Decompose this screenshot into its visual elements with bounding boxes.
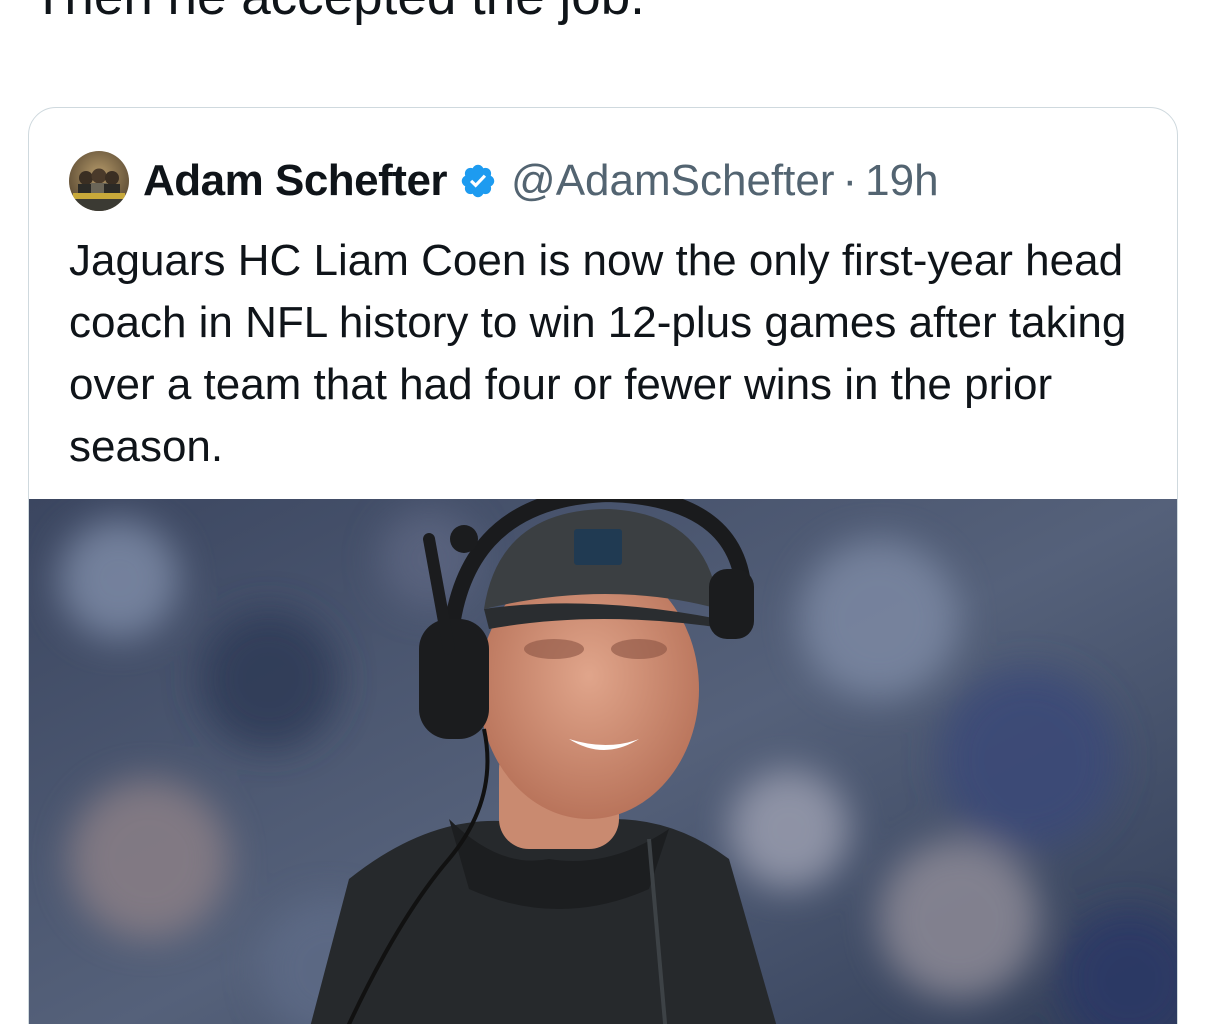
author-avatar[interactable] bbox=[69, 151, 129, 211]
quoted-post-header: Adam Schefter @AdamSchefter · 19h bbox=[69, 150, 939, 212]
quoted-post-text: Jaguars HC Liam Coen is now the only fir… bbox=[69, 236, 1127, 471]
post-view: Then he accepted the job. bbox=[0, 0, 1206, 1024]
post-text: Then he accepted the job. bbox=[32, 0, 645, 28]
header-separator: · bbox=[842, 156, 858, 205]
author-handle[interactable]: @AdamSchefter bbox=[511, 156, 834, 206]
quoted-post-card[interactable]: Adam Schefter @AdamSchefter · 19h Jaguar… bbox=[28, 107, 1178, 1024]
quoted-post-photo[interactable] bbox=[29, 499, 1177, 1024]
verified-badge-icon bbox=[461, 164, 495, 198]
author-display-name[interactable]: Adam Schefter bbox=[143, 156, 448, 206]
post-timestamp[interactable]: 19h bbox=[865, 156, 938, 206]
